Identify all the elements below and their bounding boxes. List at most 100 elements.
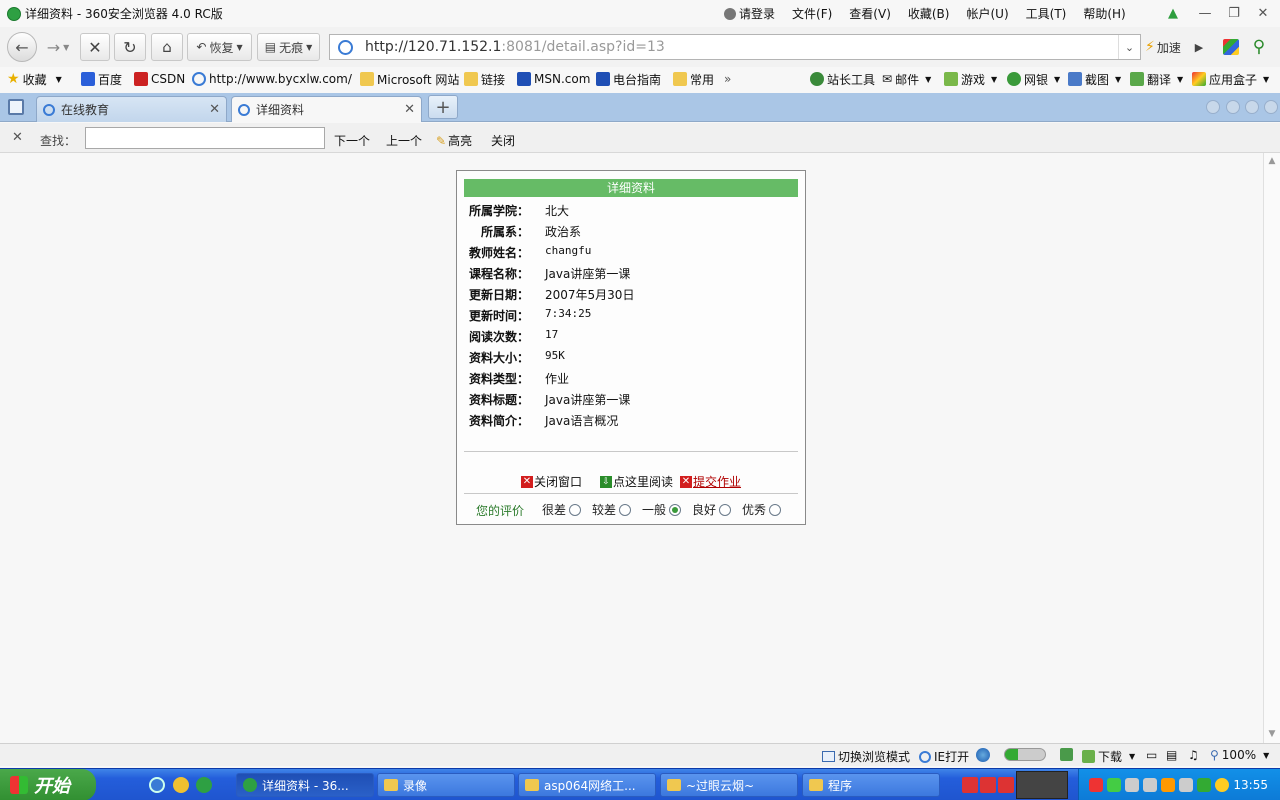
play-icon[interactable] — [1107, 778, 1121, 792]
screenshot-button[interactable]: 截图 ▼ — [1068, 71, 1121, 87]
login-link[interactable]: 请登录 — [724, 5, 775, 22]
volume-icon[interactable] — [1179, 778, 1193, 792]
toggle-switch-icon[interactable] — [1004, 748, 1046, 761]
rating-option-excellent[interactable]: 优秀 — [742, 501, 782, 518]
tab-close-icon[interactable]: ✕ — [209, 102, 220, 117]
find-next-button[interactable]: 下一个 — [334, 132, 370, 149]
fav-csdn[interactable]: CSDN — [134, 71, 185, 87]
radio-button[interactable] — [769, 503, 782, 516]
trash-icon[interactable]: ▭ — [1146, 748, 1157, 762]
speedup-button[interactable]: ⚡ 加速 — [1145, 35, 1181, 59]
rating-option-very-bad[interactable]: 很差 — [542, 501, 582, 518]
menu-tools[interactable]: 工具(T) — [1026, 5, 1067, 22]
start-button[interactable]: 开始 — [0, 769, 96, 800]
switch-mode-button[interactable]: 切换浏览模式 — [822, 748, 910, 765]
tray-app-icon[interactable] — [998, 777, 1014, 793]
stop-button[interactable]: ✕ — [80, 33, 110, 61]
tray-icon[interactable] — [1089, 778, 1103, 792]
tab-scroll-left-icon[interactable] — [1206, 100, 1220, 114]
address-bar[interactable]: http://120.71.152.1:8081/detail.asp?id=1… — [329, 34, 1141, 60]
games-button[interactable]: 游戏 ▼ — [944, 71, 997, 87]
address-url[interactable]: http://120.71.152.1:8081/detail.asp?id=1… — [365, 39, 665, 55]
tab-close-icon[interactable]: ✕ — [404, 102, 415, 117]
fav-links[interactable]: 链接 — [464, 71, 505, 87]
vertical-scrollbar[interactable]: ▲ ▼ — [1263, 153, 1280, 743]
task-detail-page[interactable]: 详细资料 - 36... — [236, 773, 374, 797]
tray-app-icon[interactable] — [962, 777, 978, 793]
app-box-button[interactable]: 应用盒子 ▼ — [1192, 71, 1269, 87]
print-icon[interactable]: ▤ — [1166, 748, 1177, 762]
fav-microsoft[interactable]: Microsoft 网站 — [360, 71, 459, 87]
radio-button[interactable] — [719, 503, 732, 516]
volume-icon[interactable]: ♫ — [1188, 748, 1199, 762]
skin-icon[interactable]: ▲ — [1165, 5, 1181, 21]
find-prev-button[interactable]: 上一个 — [386, 132, 422, 149]
tray-app-icon[interactable] — [980, 777, 996, 793]
tab-list-icon[interactable] — [1245, 100, 1259, 114]
fav-common[interactable]: 常用 — [673, 71, 714, 87]
menu-view[interactable]: 查看(V) — [849, 5, 891, 22]
scroll-down-icon[interactable]: ▼ — [1264, 726, 1280, 742]
highlight-button[interactable]: ✎ 高亮 — [436, 132, 472, 149]
zoom-control[interactable]: ⚲ 100% ▼ — [1210, 748, 1269, 762]
close-find-icon[interactable]: ✕ — [12, 130, 23, 145]
maximize-button[interactable]: ❐ — [1226, 5, 1242, 21]
globe-icon[interactable] — [976, 748, 990, 762]
task-guoyan[interactable]: ~过眼云烟~ — [660, 773, 798, 797]
mail-button[interactable]: ✉ 邮件 ▼ — [882, 71, 931, 87]
fav-msn[interactable]: MSN.com — [517, 71, 590, 87]
fav-baidu[interactable]: 百度 — [81, 71, 122, 87]
tab-close-all-icon[interactable] — [1264, 100, 1278, 114]
menu-favorites[interactable]: 收藏(B) — [908, 5, 950, 22]
sidebar-toggle-icon[interactable] — [8, 99, 24, 115]
favorites-more-button[interactable]: » — [724, 71, 731, 87]
rating-option-average[interactable]: 一般 — [642, 501, 682, 518]
fav-radio-guide[interactable]: 电台指南 — [596, 71, 661, 87]
security-icon[interactable] — [1060, 748, 1073, 761]
tab-online-education[interactable]: 在线教育 ✕ — [36, 96, 227, 122]
network-icon[interactable] — [1125, 778, 1139, 792]
search-engine-button[interactable] — [1214, 33, 1248, 61]
tab-scroll-right-icon[interactable] — [1226, 100, 1240, 114]
minimize-button[interactable]: — — [1197, 5, 1213, 21]
rating-option-good[interactable]: 良好 — [692, 501, 732, 518]
task-programs[interactable]: 程序 — [802, 773, 940, 797]
network-icon[interactable] — [1143, 778, 1157, 792]
tab-detail[interactable]: 详细资料 ✕ — [231, 96, 422, 122]
go-button[interactable]: ▶ — [1188, 33, 1210, 61]
radio-button-selected[interactable] — [669, 503, 682, 516]
menu-account[interactable]: 帐户(U) — [966, 5, 1008, 22]
submit-homework-link[interactable]: ✕ 提交作业 — [680, 473, 741, 490]
language-bar-icon[interactable] — [1016, 771, 1068, 799]
incognito-button[interactable]: ▤ 无痕 ▼ — [257, 33, 320, 61]
rating-option-bad[interactable]: 较差 — [592, 501, 632, 518]
find-close-button[interactable]: 关闭 — [491, 132, 515, 149]
menu-file[interactable]: 文件(F) — [792, 5, 832, 22]
menu-help[interactable]: 帮助(H) — [1083, 5, 1125, 22]
find-input[interactable] — [85, 127, 325, 149]
security-tray-icon[interactable] — [1215, 778, 1229, 792]
new-tab-button[interactable]: + — [428, 95, 458, 119]
shield-icon[interactable] — [1197, 778, 1211, 792]
ie-quicklaunch-icon[interactable] — [149, 777, 165, 793]
search-button[interactable]: ⚲ — [1244, 33, 1274, 61]
task-recording[interactable]: 录像 — [377, 773, 515, 797]
address-dropdown-button[interactable]: ⌄ — [1118, 35, 1140, 59]
qq-icon[interactable] — [1161, 778, 1175, 792]
scroll-up-icon[interactable]: ▲ — [1264, 153, 1280, 169]
radio-button[interactable] — [619, 503, 632, 516]
restore-button[interactable]: ↶ 恢复 ▼ — [187, 33, 252, 61]
read-here-link[interactable]: ⇩ 点这里阅读 — [600, 473, 673, 490]
close-window-button[interactable]: ✕ — [1255, 5, 1271, 21]
home-button[interactable]: ⌂ — [151, 33, 183, 61]
refresh-button[interactable]: ↻ — [114, 33, 146, 61]
task-asp064[interactable]: asp064网络工... — [518, 773, 656, 797]
translate-button[interactable]: 翻译 ▼ — [1130, 71, 1183, 87]
webmaster-tools[interactable]: 站长工具 — [810, 71, 875, 87]
download-button[interactable]: 下载 ▼ — [1082, 748, 1135, 765]
ie-open-button[interactable]: IE打开 — [919, 748, 969, 765]
quicklaunch-icon[interactable] — [173, 777, 189, 793]
forward-button[interactable]: → ▼ — [40, 33, 76, 61]
radio-button[interactable] — [569, 503, 582, 516]
close-window-link[interactable]: ✕ 关闭窗口 — [521, 473, 582, 490]
